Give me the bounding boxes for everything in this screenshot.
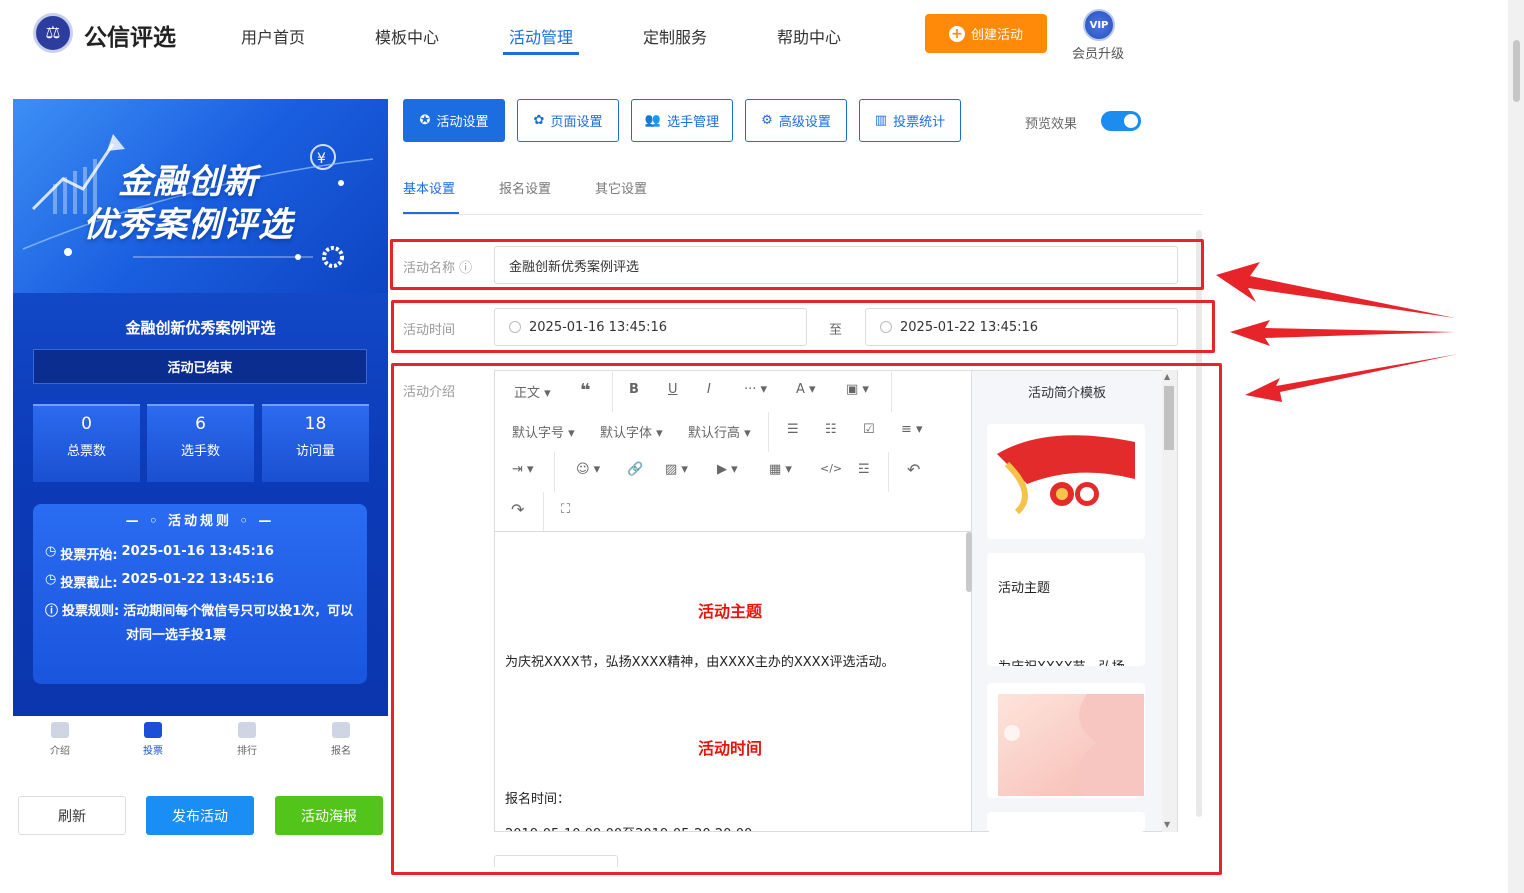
rule-start: ◷ 投票开始: 2025-01-16 13:45:16 <box>45 544 274 563</box>
rule-end: ◷ 投票截止: 2025-01-22 13:45:16 <box>45 572 274 591</box>
clock-icon: ◷ <box>45 572 57 587</box>
nav-item-help[interactable]: 帮助中心 <box>777 24 841 48</box>
stat-value: 18 <box>304 414 327 434</box>
preview-banner: ¥ 金融创新 优秀案例评选 <box>13 99 388 293</box>
subtab-basic[interactable]: 基本设置 <box>403 178 455 197</box>
tab-page-settings[interactable]: ✿ 页面设置 <box>517 99 619 142</box>
tab-label: 投票 <box>143 746 163 757</box>
rules-title: — ◦ 活动规则 ◦ — <box>125 514 275 529</box>
arrow-icon <box>1245 354 1458 402</box>
rule-policy: ⓘ 投票规则: 活动期间每个微信号只可以投1次，可以 <box>45 600 353 619</box>
star-icon: ✪ <box>419 113 431 128</box>
tab-contestant-management[interactable]: 👥 选手管理 <box>631 99 733 142</box>
stat-label: 总票数 <box>66 444 106 459</box>
tab-label: 投票统计 <box>893 115 946 130</box>
tab-advanced-settings[interactable]: ⚙ 高级设置 <box>745 99 847 142</box>
stat-label: 访问量 <box>295 444 335 459</box>
rule-value: 2025-01-16 13:45:16 <box>121 544 274 559</box>
banner-title-line1: 金融创新 <box>118 162 258 202</box>
vip-icon[interactable]: VIP <box>1083 9 1115 41</box>
rule-policy-cont: 对同一选手投1票 <box>126 628 227 643</box>
gear-icon: ✿ <box>533 113 545 128</box>
flag-icon <box>332 722 350 738</box>
plus-icon: + <box>948 25 965 42</box>
preview-tabbar: 介绍 投票 排行 报名 <box>13 716 388 768</box>
rule-key: 投票开始: <box>60 548 118 563</box>
subtab-active-underline <box>403 212 459 214</box>
page-scrollbar[interactable] <box>1508 0 1524 893</box>
banner-title-line2: 优秀案例评选 <box>83 205 293 245</box>
publish-button[interactable]: 发布活动 <box>146 796 254 835</box>
annotation-box-time <box>391 300 1215 353</box>
info-icon: ⓘ <box>45 604 59 619</box>
stat-total-votes: 0 总票数 <box>33 404 140 482</box>
stat-visits: 18 访问量 <box>262 404 369 482</box>
stat-value: 0 <box>81 414 92 434</box>
top-nav: ⚖ 公信评选 用户首页 模板中心 活动管理 定制服务 帮助中心 + 创建活动 V… <box>0 0 1508 70</box>
nav-item-templates[interactable]: 模板中心 <box>375 24 439 48</box>
tab-ranking[interactable]: 排行 <box>217 722 277 757</box>
annotation-box-name <box>390 239 1204 290</box>
subtab-divider <box>403 214 1203 215</box>
rule-value: 活动期间每个微信号只可以投1次，可以 <box>123 604 354 619</box>
stat-label: 选手数 <box>180 444 220 459</box>
settings-icon: ⚙ <box>761 113 773 128</box>
annotation-box-intro <box>391 363 1222 875</box>
poster-button[interactable]: 活动海报 <box>275 796 383 835</box>
tab-label: 报名 <box>331 746 351 757</box>
rule-key: 投票截止: <box>60 576 118 591</box>
tab-label: 排行 <box>237 746 257 757</box>
vote-icon <box>144 722 162 738</box>
stat-contestants: 6 选手数 <box>147 404 254 482</box>
logo-icon[interactable]: ⚖ <box>33 13 73 53</box>
preview-title: 金融创新优秀案例评选 <box>125 319 276 337</box>
tab-label: 页面设置 <box>550 115 603 130</box>
tab-label: 高级设置 <box>778 115 831 130</box>
brand-name[interactable]: 公信评选 <box>84 18 176 52</box>
nav-active-underline <box>503 52 579 55</box>
preview-status-badge: 活动已结束 <box>33 349 367 384</box>
rules-title-text: 活动规则 <box>167 514 232 529</box>
mobile-preview: ¥ 金融创新 优秀案例评选 金融创新优秀案例评选 活动已结束 0 总票数 6 选… <box>13 99 388 716</box>
tab-vote[interactable]: 投票 <box>123 722 183 757</box>
subtab-signup[interactable]: 报名设置 <box>499 178 551 197</box>
annotation-arrows <box>1216 262 1458 402</box>
tab-label: 介绍 <box>50 746 70 757</box>
page-scrollbar-thumb[interactable] <box>1513 40 1520 102</box>
rules-panel: — ◦ 活动规则 ◦ — ◷ 投票开始: 2025-01-16 13:45:16… <box>33 504 367 684</box>
tab-label: 选手管理 <box>667 115 720 130</box>
stat-value: 6 <box>195 414 206 434</box>
subtab-other[interactable]: 其它设置 <box>595 178 647 197</box>
tab-vote-stats[interactable]: ▥ 投票统计 <box>859 99 961 142</box>
tab-intro[interactable]: 介绍 <box>30 722 90 757</box>
tab-label: 活动设置 <box>436 115 489 130</box>
vip-upgrade-label[interactable]: 会员升级 <box>1072 43 1124 62</box>
nav-item-custom[interactable]: 定制服务 <box>643 24 707 48</box>
rule-key: 投票规则: <box>62 604 120 619</box>
crown-icon <box>238 722 256 738</box>
clock-icon: ◷ <box>45 544 57 559</box>
tab-activity-settings[interactable]: ✪ 活动设置 <box>403 99 505 142</box>
create-activity-button[interactable]: + 创建活动 <box>925 14 1047 53</box>
create-activity-label: 创建活动 <box>970 28 1023 43</box>
nav-item-home[interactable]: 用户首页 <box>241 24 305 48</box>
rule-value: 2025-01-22 13:45:16 <box>121 572 274 587</box>
preview-toggle-label: 预览效果 <box>1025 117 1078 132</box>
nav-item-activity[interactable]: 活动管理 <box>509 24 573 48</box>
arrow-icon <box>1216 262 1455 318</box>
bar-chart-icon: ▥ <box>874 113 888 128</box>
bookmark-icon <box>51 722 69 738</box>
tab-signup[interactable]: 报名 <box>311 722 371 757</box>
refresh-button[interactable]: 刷新 <box>18 796 126 835</box>
arrow-icon <box>1230 320 1455 346</box>
users-icon: 👥 <box>644 113 662 128</box>
preview-toggle[interactable] <box>1101 111 1141 131</box>
